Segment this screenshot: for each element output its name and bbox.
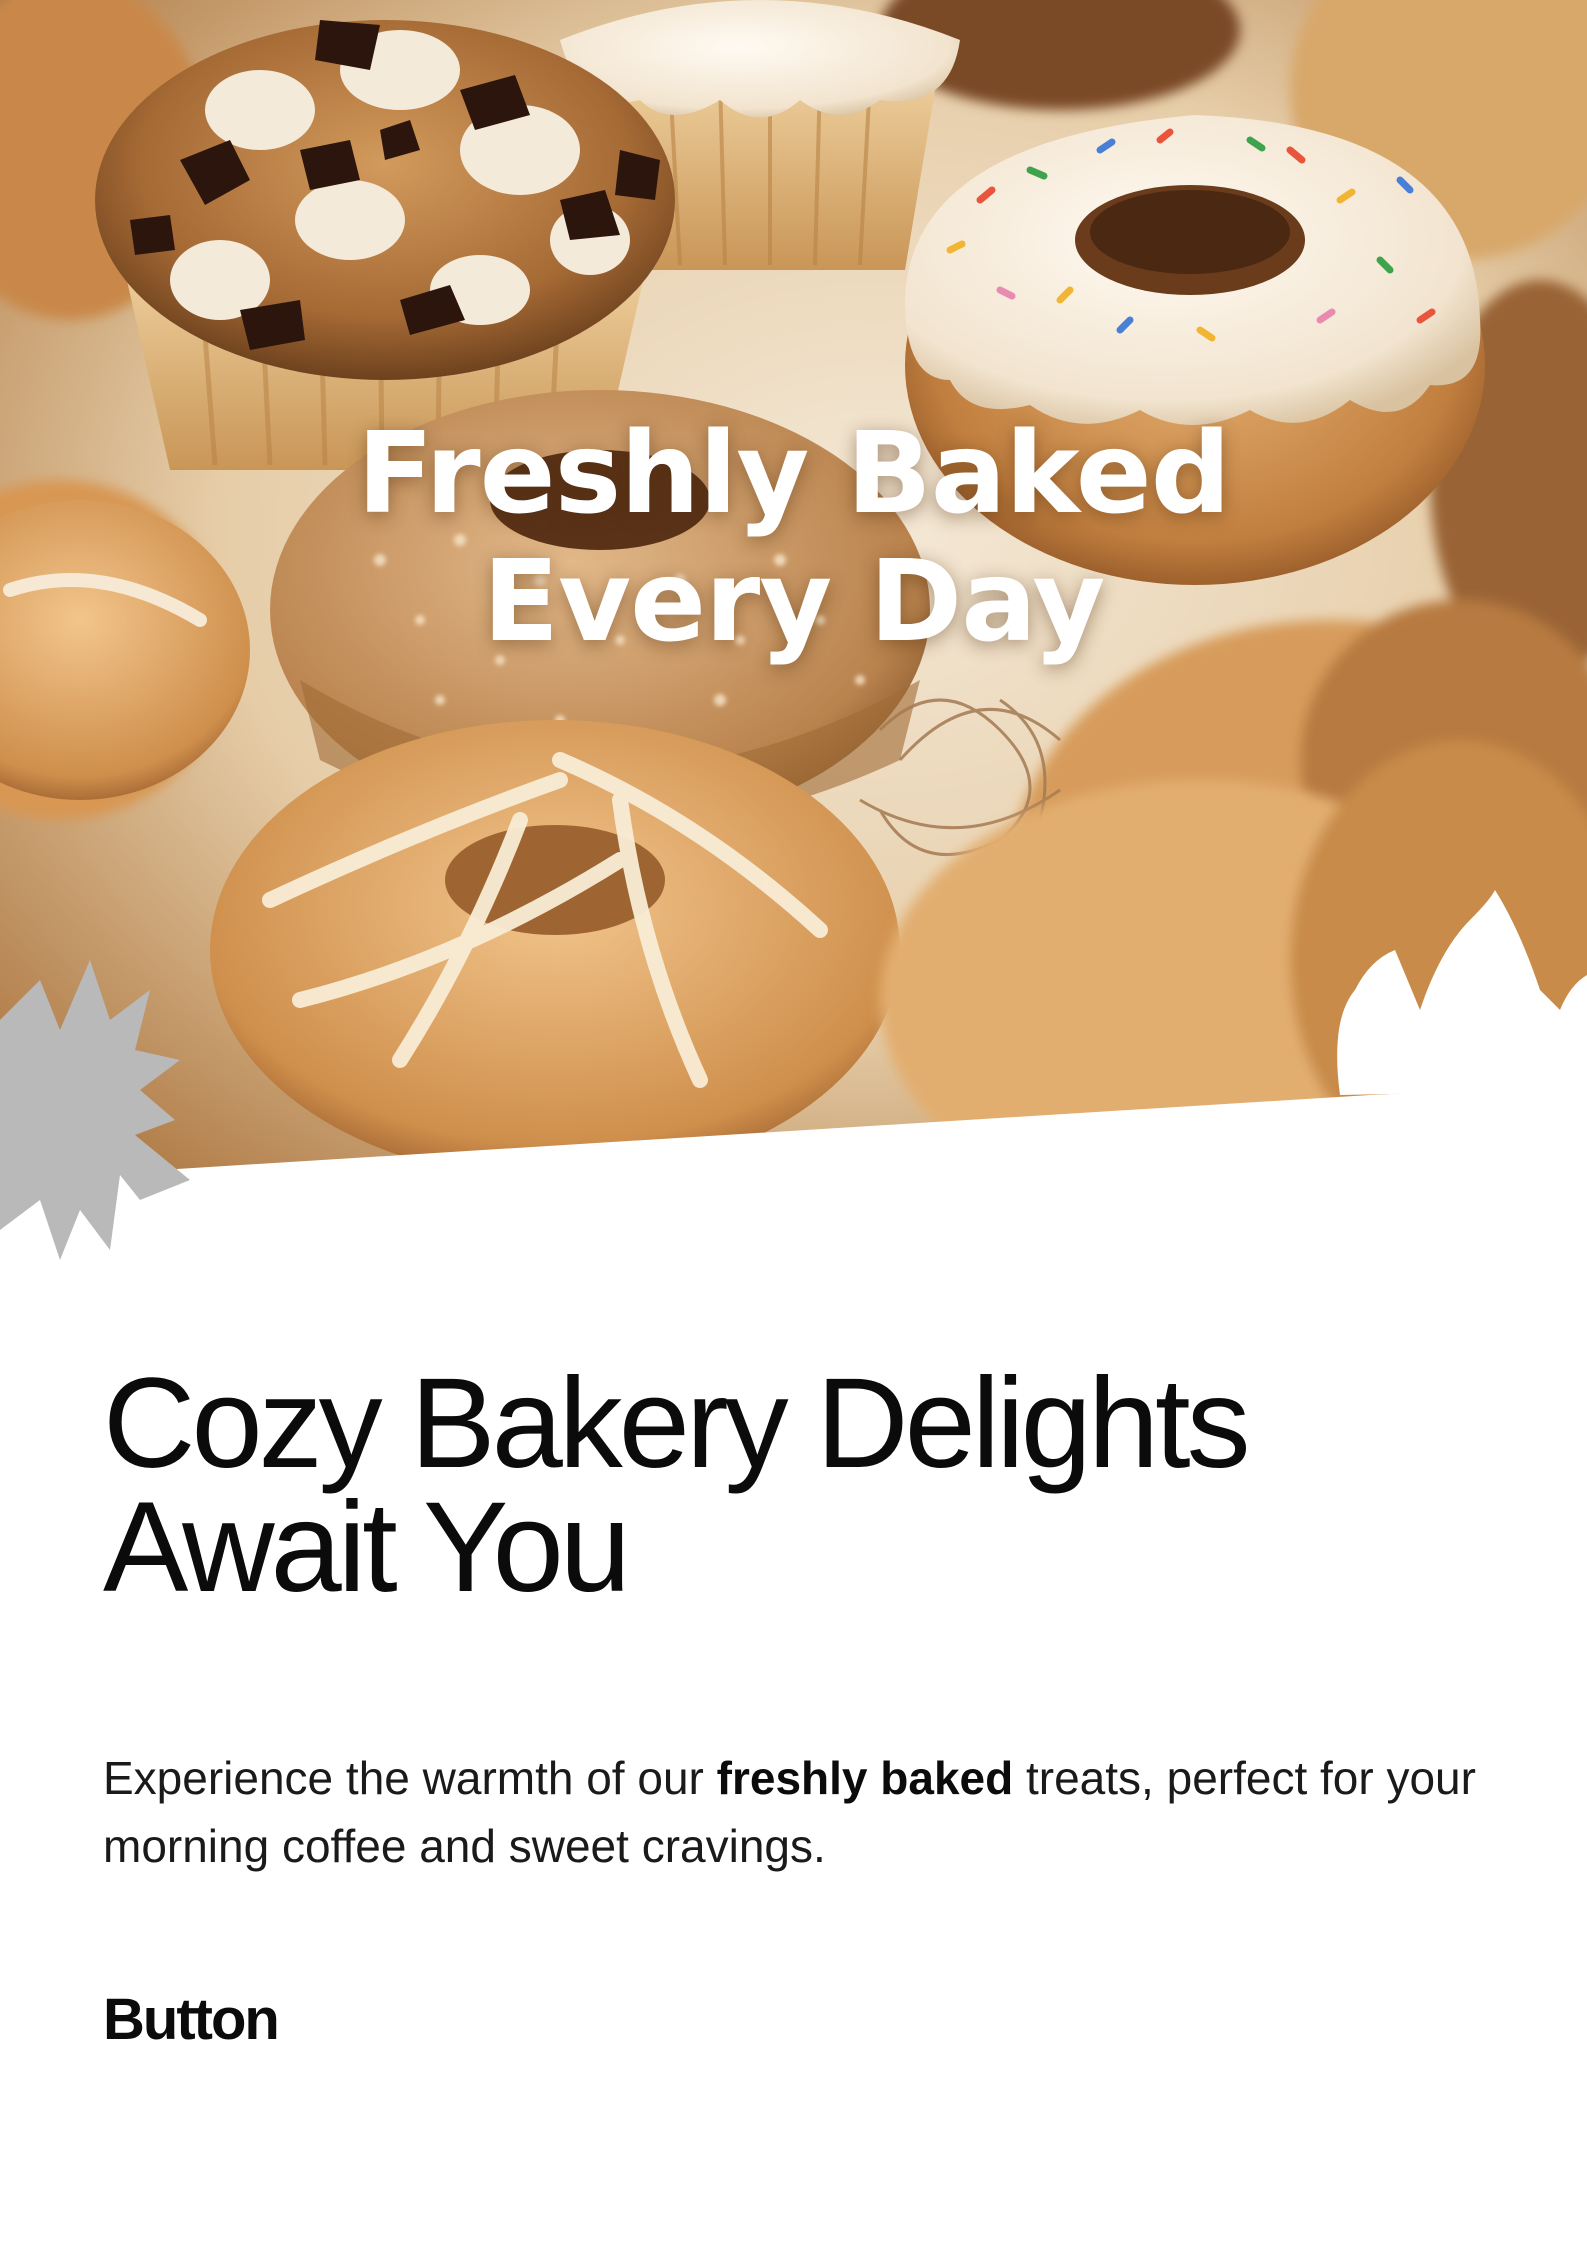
description-text: Experience the warmth of our freshly bak… bbox=[103, 1744, 1483, 1880]
hero-cut-shape bbox=[0, 890, 1587, 1300]
splash-shape bbox=[0, 960, 190, 1260]
description-bold: freshly baked bbox=[716, 1752, 1014, 1804]
page-title-line1: Cozy Bakery Delights bbox=[103, 1352, 1251, 1495]
page-title-line2: Await You bbox=[103, 1476, 631, 1619]
cta-button[interactable]: Button bbox=[103, 1985, 280, 2055]
page-title: Cozy Bakery Delights Await You bbox=[103, 1352, 1503, 1619]
description-prefix: Experience the warmth of our bbox=[103, 1752, 717, 1804]
